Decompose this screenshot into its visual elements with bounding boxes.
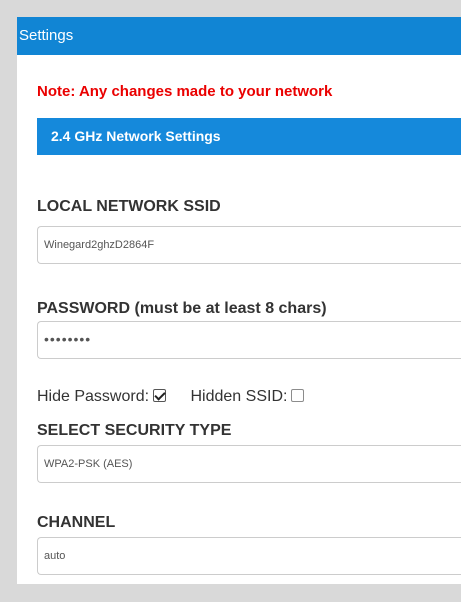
settings-panel: Settings Note: Any changes made to your … [17, 17, 461, 584]
hidden-ssid-checkbox[interactable] [291, 389, 305, 402]
security-type-label: SELECT SECURITY TYPE [37, 422, 232, 439]
channel-select[interactable]: auto [37, 537, 461, 575]
ssid-label: LOCAL NETWORK SSID [37, 198, 221, 215]
password-input[interactable]: •••••••• [37, 321, 461, 359]
channel-label: CHANNEL [37, 514, 116, 531]
panel-title: Settings [17, 17, 461, 55]
security-type-select[interactable]: WPA2-PSK (AES) [37, 445, 461, 483]
hide-password-option: Hide Password: [37, 388, 167, 406]
hidden-ssid-option: Hidden SSID: [191, 388, 305, 406]
section-header-24ghz: 2.4 GHz Network Settings [37, 118, 461, 155]
warning-note: Note: Any changes made to your network [37, 83, 333, 100]
checkbox-row: Hide Password: Hidden SSID: [37, 388, 305, 406]
ssid-input[interactable]: Winegard2ghzD2864F [37, 226, 461, 264]
hide-password-label: Hide Password: [37, 388, 150, 405]
hidden-ssid-label: Hidden SSID: [190, 388, 288, 405]
password-label: PASSWORD (must be at least 8 chars) [37, 300, 327, 317]
hide-password-checkbox[interactable] [153, 389, 167, 402]
